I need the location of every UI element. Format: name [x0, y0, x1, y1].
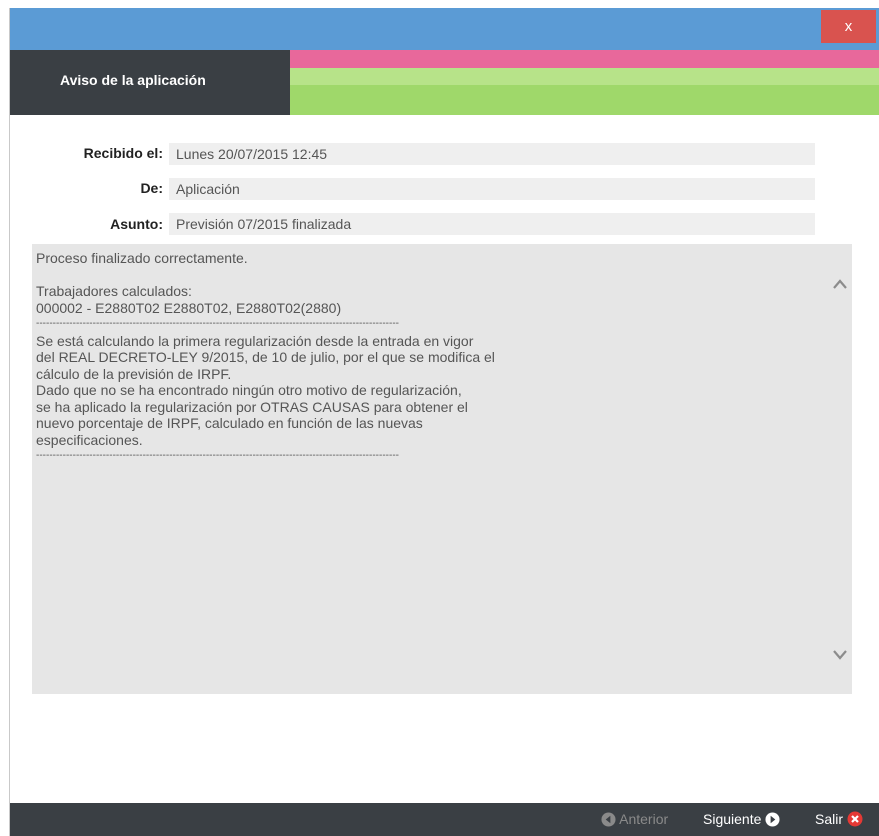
dialog-footer: Anterior Siguiente Salir	[10, 803, 879, 836]
exit-label: Salir	[815, 811, 844, 827]
message-line: se ha aplicado la regularización por OTR…	[36, 398, 468, 415]
message-line	[36, 267, 736, 284]
arrow-right-circle-icon	[765, 812, 780, 827]
subject-value: Previsión 07/2015 finalizada	[169, 213, 815, 235]
message-line: Se está calculando la primera regulariza…	[36, 332, 474, 349]
header-stripe-green	[290, 85, 879, 115]
next-label: Siguiente	[703, 811, 762, 827]
dialog-header: Aviso de la aplicación	[10, 50, 879, 115]
message-line: Proceso finalizado correctamente.	[36, 250, 248, 266]
title-bar	[10, 8, 879, 50]
message-line: 000002 - E2880T02 E2880T02, E2880T02(288…	[36, 299, 342, 316]
close-icon[interactable]: x	[845, 18, 853, 35]
received-label: Recibido el:	[83, 145, 163, 161]
header-title-panel: Aviso de la aplicación	[10, 50, 290, 115]
message-separator: ----------------------------------------…	[36, 450, 399, 461]
header-stripe-light-green	[290, 68, 879, 85]
message-line: especificaciones.	[36, 431, 143, 448]
from-label: De:	[140, 180, 163, 196]
exit-button[interactable]: Salir	[815, 803, 863, 836]
message-line: Dado que no se ha encontrado ningún otro…	[36, 382, 462, 398]
from-value: Aplicación	[169, 178, 815, 200]
notification-dialog: x Aviso de la aplicación Recibido el: Lu…	[0, 0, 879, 836]
previous-button[interactable]: Anterior	[601, 803, 668, 836]
chevron-up-icon[interactable]	[832, 277, 848, 291]
header-stripe-pink	[290, 50, 879, 68]
window-left-border	[9, 8, 10, 836]
arrow-left-circle-icon	[601, 812, 616, 827]
message-line: cálculo de la previsión de IRPF.	[36, 365, 232, 382]
subject-label: Asunto:	[110, 216, 163, 232]
received-value: Lunes 20/07/2015 12:45	[169, 143, 815, 165]
previous-label: Anterior	[619, 811, 669, 827]
close-circle-icon	[847, 811, 863, 827]
page-title: Aviso de la aplicación	[60, 72, 206, 88]
close-button[interactable]: x	[821, 10, 876, 43]
message-separator: ----------------------------------------…	[36, 318, 399, 329]
message-line: nuevo porcentaje de IRPF, calculado en f…	[36, 415, 423, 431]
message-body[interactable]: Proceso finalizado correctamente. Trabaj…	[32, 244, 852, 694]
message-text: Proceso finalizado correctamente. Trabaj…	[36, 250, 736, 465]
message-line: Trabajadores calculados:	[36, 283, 192, 299]
message-line: del REAL DECRETO-LEY 9/2015, de 10 de ju…	[36, 349, 495, 365]
chevron-down-icon[interactable]	[832, 648, 848, 662]
window-top-margin	[0, 0, 879, 8]
next-button[interactable]: Siguiente	[703, 803, 780, 836]
